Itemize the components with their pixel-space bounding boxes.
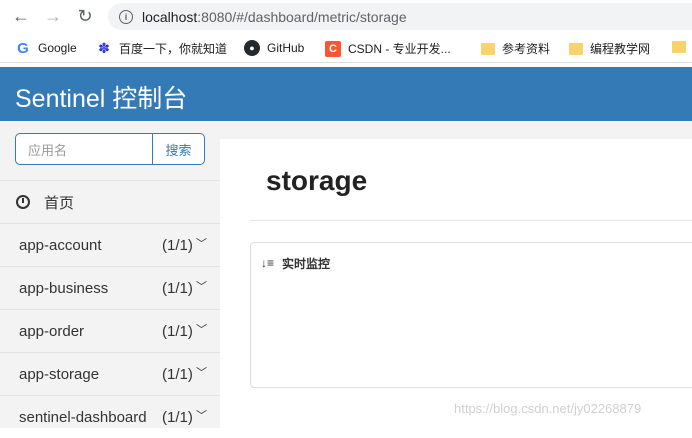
sidebar-item-sentinel-dashboard[interactable]: sentinel-dashboard (1/1) ﹀ (0, 395, 220, 438)
app-name: app-order (19, 322, 85, 340)
app-instance-count: (1/1) (162, 322, 193, 340)
bookmarks-bar: G Google ✽ 百度一下，你就知道 ● GitHub C CSDN - 专… (0, 33, 692, 63)
app-instance-count: (1/1) (162, 279, 193, 297)
sidebar: 应用名 搜索 首页 app-account (1/1) ﹀ app-busine… (0, 121, 220, 428)
url-path: :8080/#/dashboard/metric/storage (197, 8, 407, 25)
bookmark-label: 编程教学网 (590, 42, 651, 56)
back-arrow-icon[interactable]: ← (8, 4, 34, 30)
search-button[interactable]: 搜索 (152, 133, 205, 165)
app-instance-count: (1/1) (162, 236, 193, 254)
bookmark-label: CSDN - 专业开发... (348, 42, 451, 56)
app-name: sentinel-dashboard (19, 408, 147, 426)
github-icon: ● (244, 40, 260, 56)
watermark: https://blog.csdn.net/jy02268879 (454, 401, 642, 416)
sidebar-item-app-storage[interactable]: app-storage (1/1) ﹀ (0, 352, 220, 395)
url-host: localhost (142, 8, 198, 25)
bookmark-label: Google (38, 41, 77, 55)
bookmark-google[interactable]: G Google (15, 39, 77, 57)
sidebar-item-home[interactable]: 首页 (0, 180, 220, 223)
app-header: Sentinel 控制台 (0, 67, 692, 121)
csdn-icon: C (325, 40, 341, 57)
chevron-down-icon[interactable]: ﹀ (196, 364, 207, 380)
bookmark-folder-references[interactable]: 参考资料 (481, 40, 550, 57)
folder-icon (672, 41, 686, 53)
forward-arrow-icon[interactable]: → (40, 4, 66, 30)
folder-icon (481, 43, 495, 55)
chevron-down-icon[interactable]: ﹀ (196, 278, 207, 294)
bookmark-folder-programming[interactable]: 编程教学网 (569, 40, 650, 57)
chevron-down-icon[interactable]: ﹀ (196, 407, 207, 423)
bookmark-label: 百度一下，你就知道 (119, 42, 228, 56)
app-name: app-business (19, 279, 109, 297)
info-icon[interactable]: i (119, 9, 133, 24)
browser-toolbar: ← → ↻ i localhost:8080/#/dashboard/metri… (0, 0, 692, 33)
realtime-monitor-panel: ↓≡ 实时监控 (250, 242, 692, 388)
app-name: app-account (19, 236, 102, 254)
app-instance-count: (1/1) (162, 365, 193, 383)
bookmark-label: GitHub (267, 41, 305, 55)
sidebar-item-label: 首页 (44, 194, 75, 212)
divider (250, 220, 692, 221)
folder-icon (569, 43, 583, 55)
reload-icon[interactable]: ↻ (72, 4, 98, 30)
sidebar-item-app-account[interactable]: app-account (1/1) ﹀ (0, 223, 220, 266)
sidebar-item-app-business[interactable]: app-business (1/1) ﹀ (0, 266, 220, 309)
address-bar[interactable]: i localhost:8080/#/dashboard/metric/stor… (108, 3, 692, 30)
app-name: app-storage (19, 365, 100, 383)
bookmark-csdn[interactable]: C CSDN - 专业开发... (325, 40, 451, 57)
chevron-down-icon[interactable]: ﹀ (196, 321, 207, 337)
bookmark-folder-overflow[interactable] (672, 40, 692, 53)
app-instance-count: (1/1) (162, 408, 193, 426)
content-card: storage ↓≡ 实时监控 (220, 139, 692, 428)
sidebar-item-app-order[interactable]: app-order (1/1) ﹀ (0, 309, 220, 352)
url-text[interactable]: localhost:8080/#/dashboard/metric/storag… (142, 9, 407, 25)
dashboard-icon (16, 195, 30, 209)
sort-icon: ↓≡ (261, 256, 275, 270)
google-icon: G (17, 39, 29, 57)
app-search-input[interactable]: 应用名 (15, 133, 152, 165)
main-area: storage ↓≡ 实时监控 (220, 121, 692, 428)
bookmark-github[interactable]: ● GitHub (244, 40, 304, 56)
page-title: storage (266, 165, 368, 196)
bookmark-label: 参考资料 (502, 42, 551, 56)
chevron-down-icon[interactable]: ﹀ (196, 235, 207, 251)
baidu-icon: ✽ (98, 40, 110, 56)
bookmark-baidu[interactable]: ✽ 百度一下，你就知道 (96, 40, 227, 57)
panel-title: 实时监控 (282, 257, 331, 271)
app-search: 应用名 搜索 (15, 133, 205, 165)
panel-header: ↓≡ 实时监控 (261, 255, 330, 272)
app-title[interactable]: Sentinel 控制台 (15, 79, 187, 115)
